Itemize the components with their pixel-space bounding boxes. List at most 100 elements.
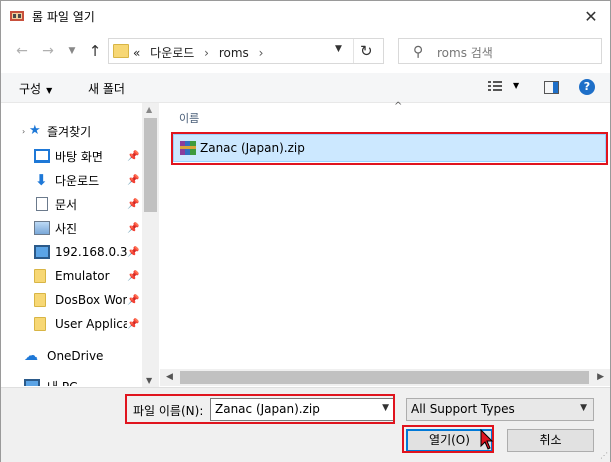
download-icon: ⬇: [35, 171, 48, 189]
sidebar-item-onedrive[interactable]: ☁ OneDrive: [1, 345, 141, 367]
cloud-icon: ☁: [24, 348, 38, 364]
sidebar-item-this-pc[interactable]: 내 PC: [1, 375, 141, 386]
sidebar-item-dosbox[interactable]: DosBox Work 📌: [1, 289, 141, 311]
view-dropdown-icon[interactable]: ▼: [513, 81, 519, 90]
sidebar-item-label: OneDrive: [47, 349, 104, 363]
file-list: 이름 ^ Zanac (Japan).zip: [160, 101, 610, 369]
sidebar-item-label: DosBox Work: [55, 293, 127, 307]
chevron-right-icon[interactable]: ›: [204, 46, 209, 60]
column-header-name[interactable]: 이름: [179, 110, 199, 126]
open-rom-dialog: 롬 파일 열기 ✕ ← → ▼ ↑ « 다운로드 › roms › ▼ ↻ ⚲ …: [0, 0, 611, 462]
nav-pane-scrollbar[interactable]: ▲ ▼: [142, 103, 159, 388]
breadcrumb-item-roms[interactable]: roms: [219, 46, 249, 60]
chevron-down-icon: ▼: [46, 86, 53, 95]
search-icon: ⚲: [413, 44, 424, 60]
help-icon[interactable]: ?: [579, 79, 595, 95]
recent-locations-dropdown[interactable]: ▼: [63, 42, 81, 60]
title-bar: 롬 파일 열기 ✕: [1, 1, 610, 31]
address-bar[interactable]: « 다운로드 › roms › ▼ ↻: [108, 38, 384, 64]
sidebar-item-label: User Applicat: [55, 317, 127, 331]
sidebar-item-label: Emulator: [55, 269, 110, 283]
breadcrumb-overflow[interactable]: «: [133, 46, 140, 60]
sidebar-item-label: 192.168.0.3: [55, 245, 128, 259]
chevron-right-icon[interactable]: ›: [259, 46, 264, 60]
pictures-icon: [34, 221, 50, 235]
scrollbar-thumb[interactable]: [180, 371, 589, 384]
up-button[interactable]: ↑: [86, 42, 104, 60]
scroll-up-icon[interactable]: ▲: [146, 105, 152, 114]
file-item[interactable]: Zanac (Japan).zip: [173, 134, 606, 162]
chevron-down-icon: ▼: [580, 403, 587, 413]
pin-icon[interactable]: 📌: [127, 199, 139, 210]
close-button[interactable]: ✕: [580, 5, 602, 27]
resize-grip[interactable]: ⋰: [600, 451, 608, 460]
preview-pane-icon[interactable]: [544, 81, 559, 94]
sidebar-item-label: 즐겨찾기: [47, 124, 92, 139]
search-placeholder: roms 검색: [437, 46, 493, 60]
back-button[interactable]: ←: [13, 42, 31, 60]
forward-button[interactable]: →: [39, 42, 57, 60]
dialog-footer: 파일 이름(N): Zanac (Japan).zip ▼ All Suppor…: [1, 387, 610, 462]
file-type-select[interactable]: All Support Types ▼: [406, 398, 594, 421]
sidebar-item-documents[interactable]: 문서 📌: [1, 193, 141, 215]
address-dropdown-icon[interactable]: ▼: [335, 44, 342, 54]
sidebar-item-label: 바탕 화면: [55, 149, 103, 164]
window-title: 롬 파일 열기: [32, 10, 95, 24]
pin-icon[interactable]: 📌: [127, 175, 139, 186]
star-icon: ★: [29, 123, 41, 138]
scroll-right-icon[interactable]: ▶: [597, 372, 604, 382]
pin-icon[interactable]: 📌: [127, 151, 139, 162]
document-icon: [36, 197, 48, 211]
view-options-icon[interactable]: [488, 81, 502, 94]
sidebar-item-label: 내 PC: [47, 378, 77, 387]
sidebar-item-network-pc[interactable]: 192.168.0.3 📌: [1, 241, 141, 263]
command-toolbar: 구성 ▼ 새 폴더 ▼ ?: [1, 73, 610, 103]
pin-icon[interactable]: 📌: [127, 223, 139, 234]
scrollbar-thumb[interactable]: [144, 118, 157, 212]
breadcrumb-item-downloads[interactable]: 다운로드: [150, 46, 194, 60]
chevron-right-icon[interactable]: ›: [22, 127, 25, 136]
sidebar-item-label: 다운로드: [55, 173, 100, 188]
filename-field[interactable]: Zanac (Japan).zip ▼: [210, 398, 395, 421]
folder-icon: [34, 317, 46, 331]
organize-label: 구성: [19, 82, 42, 96]
sidebar-item-label: 문서: [55, 197, 78, 212]
scroll-left-icon[interactable]: ◀: [166, 372, 173, 382]
filename-value: Zanac (Japan).zip: [215, 402, 320, 416]
winrar-archive-icon: [180, 141, 196, 155]
mouse-cursor-icon: [480, 429, 494, 450]
pin-icon[interactable]: 📌: [127, 247, 139, 258]
sidebar-item-emulator[interactable]: Emulator 📌: [1, 265, 141, 287]
column-header-label: 이름: [179, 112, 200, 125]
pin-icon[interactable]: 📌: [127, 319, 139, 330]
sidebar-item-user-applications[interactable]: User Applicat 📌: [1, 313, 141, 335]
sidebar-item-pictures[interactable]: 사진 📌: [1, 217, 141, 239]
filename-label: 파일 이름(N):: [133, 404, 204, 418]
file-list-hscrollbar[interactable]: ◀ ▶: [160, 369, 610, 386]
organize-button[interactable]: 구성 ▼: [19, 80, 52, 97]
sidebar-item-downloads[interactable]: ⬇ 다운로드 📌: [1, 169, 141, 191]
sort-ascending-icon: ^: [394, 101, 403, 112]
app-icon: [10, 11, 24, 21]
sidebar-item-label: 사진: [55, 221, 78, 236]
address-divider: [353, 39, 354, 63]
refresh-button[interactable]: ↻: [360, 42, 373, 60]
sidebar-item-quick-access[interactable]: › ★ 즐겨찾기: [1, 120, 141, 142]
navigation-pane: › ★ 즐겨찾기 바탕 화면 📌 ⬇ 다운로드 📌 문서 📌 사진 📌 192.…: [1, 103, 158, 386]
navigation-bar: ← → ▼ ↑ « 다운로드 › roms › ▼ ↻ ⚲ roms 검색: [1, 31, 610, 71]
pin-icon[interactable]: 📌: [127, 295, 139, 306]
network-pc-icon: [34, 245, 50, 259]
search-input[interactable]: ⚲ roms 검색: [398, 38, 602, 64]
file-name: Zanac (Japan).zip: [200, 141, 305, 155]
cancel-button[interactable]: 취소: [507, 429, 594, 452]
file-type-value: All Support Types: [411, 402, 515, 416]
folder-icon: [113, 44, 129, 58]
scroll-down-icon[interactable]: ▼: [146, 376, 152, 385]
pin-icon[interactable]: 📌: [127, 271, 139, 282]
desktop-icon: [34, 149, 50, 163]
chevron-down-icon[interactable]: ▼: [382, 403, 389, 413]
sidebar-item-desktop[interactable]: 바탕 화면 📌: [1, 145, 141, 167]
computer-icon: [24, 379, 40, 386]
breadcrumb: « 다운로드 › roms ›: [133, 44, 269, 61]
new-folder-button[interactable]: 새 폴더: [88, 80, 125, 97]
